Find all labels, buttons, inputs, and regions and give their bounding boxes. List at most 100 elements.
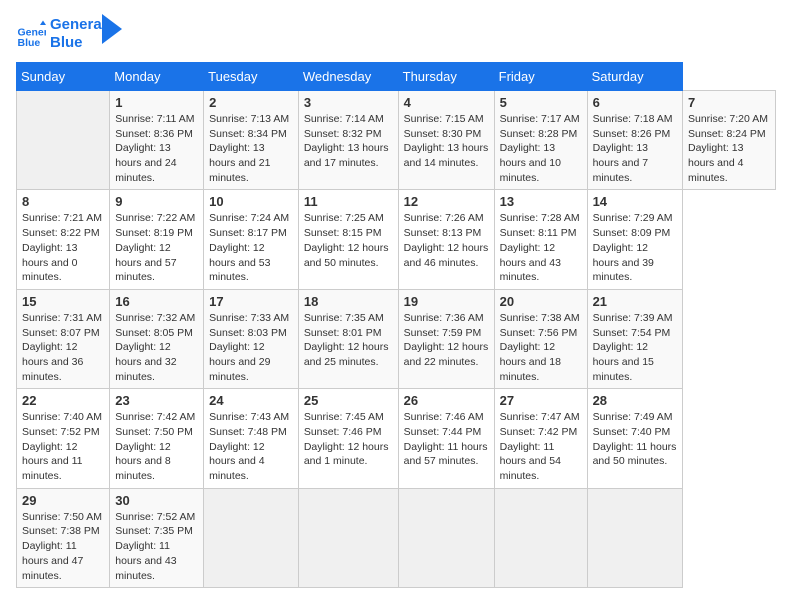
day-number: 1 xyxy=(115,95,198,110)
calendar-cell: 10 Sunrise: 7:24 AMSunset: 8:17 PMDayligh… xyxy=(204,190,299,289)
day-number: 13 xyxy=(500,194,582,209)
day-number: 22 xyxy=(22,393,104,408)
day-detail: Sunrise: 7:49 AMSunset: 7:40 PMDaylight:… xyxy=(593,410,677,469)
week-row-5: 29 Sunrise: 7:50 AMSunset: 7:38 PMDayligh… xyxy=(17,488,776,587)
header-cell-sunday: Sunday xyxy=(17,63,110,91)
day-detail: Sunrise: 7:17 AMSunset: 8:28 PMDaylight:… xyxy=(500,112,582,185)
day-number: 19 xyxy=(404,294,489,309)
day-detail: Sunrise: 7:38 AMSunset: 7:56 PMDaylight:… xyxy=(500,311,582,384)
day-detail: Sunrise: 7:25 AMSunset: 8:15 PMDaylight:… xyxy=(304,211,393,270)
day-number: 5 xyxy=(500,95,582,110)
calendar-cell: 11 Sunrise: 7:25 AMSunset: 8:15 PMDayligh… xyxy=(298,190,398,289)
day-number: 17 xyxy=(209,294,293,309)
day-detail: Sunrise: 7:14 AMSunset: 8:32 PMDaylight:… xyxy=(304,112,393,171)
day-detail: Sunrise: 7:28 AMSunset: 8:11 PMDaylight:… xyxy=(500,211,582,284)
day-number: 27 xyxy=(500,393,582,408)
calendar-cell: 29 Sunrise: 7:50 AMSunset: 7:38 PMDayligh… xyxy=(17,488,110,587)
calendar-cell: 12 Sunrise: 7:26 AMSunset: 8:13 PMDayligh… xyxy=(398,190,494,289)
week-row-3: 15 Sunrise: 7:31 AMSunset: 8:07 PMDayligh… xyxy=(17,289,776,388)
logo-line2: Blue xyxy=(50,34,106,52)
calendar-cell: 2 Sunrise: 7:13 AMSunset: 8:34 PMDaylight… xyxy=(204,91,299,190)
day-number: 16 xyxy=(115,294,198,309)
day-number: 11 xyxy=(304,194,393,209)
day-number: 2 xyxy=(209,95,293,110)
week-row-4: 22 Sunrise: 7:40 AMSunset: 7:52 PMDayligh… xyxy=(17,389,776,488)
calendar-cell: 19Sunrise: 7:36 AMSunset: 7:59 PMDayligh… xyxy=(398,289,494,388)
calendar-cell: 16 Sunrise: 7:32 AMSunset: 8:05 PMDayligh… xyxy=(110,289,204,388)
day-number: 14 xyxy=(593,194,677,209)
calendar-cell: 26Sunrise: 7:46 AMSunset: 7:44 PMDayligh… xyxy=(398,389,494,488)
logo-line1: General xyxy=(50,16,106,34)
day-detail: Sunrise: 7:33 AMSunset: 8:03 PMDaylight:… xyxy=(209,311,293,384)
header-cell-tuesday: Tuesday xyxy=(204,63,299,91)
day-detail: Sunrise: 7:18 AMSunset: 8:26 PMDaylight:… xyxy=(593,112,677,185)
calendar-cell: 22 Sunrise: 7:40 AMSunset: 7:52 PMDayligh… xyxy=(17,389,110,488)
day-detail: Sunrise: 7:52 AMSunset: 7:35 PMDaylight:… xyxy=(115,510,198,583)
calendar-cell: 25 Sunrise: 7:45 AMSunset: 7:46 PMDayligh… xyxy=(298,389,398,488)
svg-text:Blue: Blue xyxy=(18,37,41,49)
calendar-body: 1 Sunrise: 7:11 AMSunset: 8:36 PMDaylight… xyxy=(17,91,776,588)
calendar-cell: 27 Sunrise: 7:47 AMSunset: 7:42 PMDayligh… xyxy=(494,389,587,488)
day-number: 18 xyxy=(304,294,393,309)
calendar-cell xyxy=(398,488,494,587)
day-number: 28 xyxy=(593,393,677,408)
day-detail: Sunrise: 7:42 AMSunset: 7:50 PMDaylight:… xyxy=(115,410,198,483)
day-number: 24 xyxy=(209,393,293,408)
calendar-cell: 15 Sunrise: 7:31 AMSunset: 8:07 PMDayligh… xyxy=(17,289,110,388)
calendar-cell: 7 Sunrise: 7:20 AMSunset: 8:24 PMDaylight… xyxy=(682,91,775,190)
day-detail: Sunrise: 7:13 AMSunset: 8:34 PMDaylight:… xyxy=(209,112,293,185)
calendar-cell: 23Sunrise: 7:42 AMSunset: 7:50 PMDayligh… xyxy=(110,389,204,488)
calendar-cell: 24 Sunrise: 7:43 AMSunset: 7:48 PMDayligh… xyxy=(204,389,299,488)
calendar-cell: 5 Sunrise: 7:17 AMSunset: 8:28 PMDaylight… xyxy=(494,91,587,190)
day-detail: Sunrise: 7:40 AMSunset: 7:52 PMDaylight:… xyxy=(22,410,104,483)
header-cell-saturday: Saturday xyxy=(587,63,682,91)
day-detail: Sunrise: 7:26 AMSunset: 8:13 PMDaylight:… xyxy=(404,211,489,270)
day-detail: Sunrise: 7:50 AMSunset: 7:38 PMDaylight:… xyxy=(22,510,104,583)
calendar-cell: 4Sunrise: 7:15 AMSunset: 8:30 PMDaylight… xyxy=(398,91,494,190)
week-row-2: 8Sunrise: 7:21 AMSunset: 8:22 PMDaylight… xyxy=(17,190,776,289)
day-detail: Sunrise: 7:43 AMSunset: 7:48 PMDaylight:… xyxy=(209,410,293,483)
day-detail: Sunrise: 7:46 AMSunset: 7:44 PMDaylight:… xyxy=(404,410,489,469)
calendar-cell: 17 Sunrise: 7:33 AMSunset: 8:03 PMDayligh… xyxy=(204,289,299,388)
day-number: 6 xyxy=(593,95,677,110)
day-number: 29 xyxy=(22,493,104,508)
calendar-cell: 8Sunrise: 7:21 AMSunset: 8:22 PMDaylight… xyxy=(17,190,110,289)
day-detail: Sunrise: 7:32 AMSunset: 8:05 PMDaylight:… xyxy=(115,311,198,384)
day-number: 4 xyxy=(404,95,489,110)
calendar-cell: 14Sunrise: 7:29 AMSunset: 8:09 PMDayligh… xyxy=(587,190,682,289)
header-cell-monday: Monday xyxy=(110,63,204,91)
calendar-header: SundayMondayTuesdayWednesdayThursdayFrid… xyxy=(17,63,776,91)
day-number: 25 xyxy=(304,393,393,408)
calendar-cell: 21Sunrise: 7:39 AMSunset: 7:54 PMDayligh… xyxy=(587,289,682,388)
header-row: SundayMondayTuesdayWednesdayThursdayFrid… xyxy=(17,63,776,91)
day-detail: Sunrise: 7:22 AMSunset: 8:19 PMDaylight:… xyxy=(115,211,198,284)
day-number: 21 xyxy=(593,294,677,309)
week-row-1: 1 Sunrise: 7:11 AMSunset: 8:36 PMDaylight… xyxy=(17,91,776,190)
day-number: 7 xyxy=(688,95,770,110)
calendar-cell: 3 Sunrise: 7:14 AMSunset: 8:32 PMDaylight… xyxy=(298,91,398,190)
day-number: 15 xyxy=(22,294,104,309)
day-number: 3 xyxy=(304,95,393,110)
calendar-cell: 28 Sunrise: 7:49 AMSunset: 7:40 PMDayligh… xyxy=(587,389,682,488)
day-detail: Sunrise: 7:11 AMSunset: 8:36 PMDaylight:… xyxy=(115,112,198,185)
day-detail: Sunrise: 7:47 AMSunset: 7:42 PMDaylight:… xyxy=(500,410,582,483)
day-number: 10 xyxy=(209,194,293,209)
day-detail: Sunrise: 7:20 AMSunset: 8:24 PMDaylight:… xyxy=(688,112,770,185)
header-cell-thursday: Thursday xyxy=(398,63,494,91)
calendar-cell: 1 Sunrise: 7:11 AMSunset: 8:36 PMDaylight… xyxy=(110,91,204,190)
calendar-cell xyxy=(298,488,398,587)
logo-icon: General Blue xyxy=(16,19,46,49)
calendar-cell xyxy=(17,91,110,190)
day-detail: Sunrise: 7:45 AMSunset: 7:46 PMDaylight:… xyxy=(304,410,393,469)
day-number: 30 xyxy=(115,493,198,508)
day-number: 9 xyxy=(115,194,198,209)
day-detail: Sunrise: 7:24 AMSunset: 8:17 PMDaylight:… xyxy=(209,211,293,284)
day-number: 12 xyxy=(404,194,489,209)
header-cell-friday: Friday xyxy=(494,63,587,91)
day-detail: Sunrise: 7:31 AMSunset: 8:07 PMDaylight:… xyxy=(22,311,104,384)
calendar-cell xyxy=(204,488,299,587)
header-cell-wednesday: Wednesday xyxy=(298,63,398,91)
day-detail: Sunrise: 7:21 AMSunset: 8:22 PMDaylight:… xyxy=(22,211,104,284)
calendar-cell: 20Sunrise: 7:38 AMSunset: 7:56 PMDayligh… xyxy=(494,289,587,388)
logo-chevron xyxy=(102,14,122,44)
